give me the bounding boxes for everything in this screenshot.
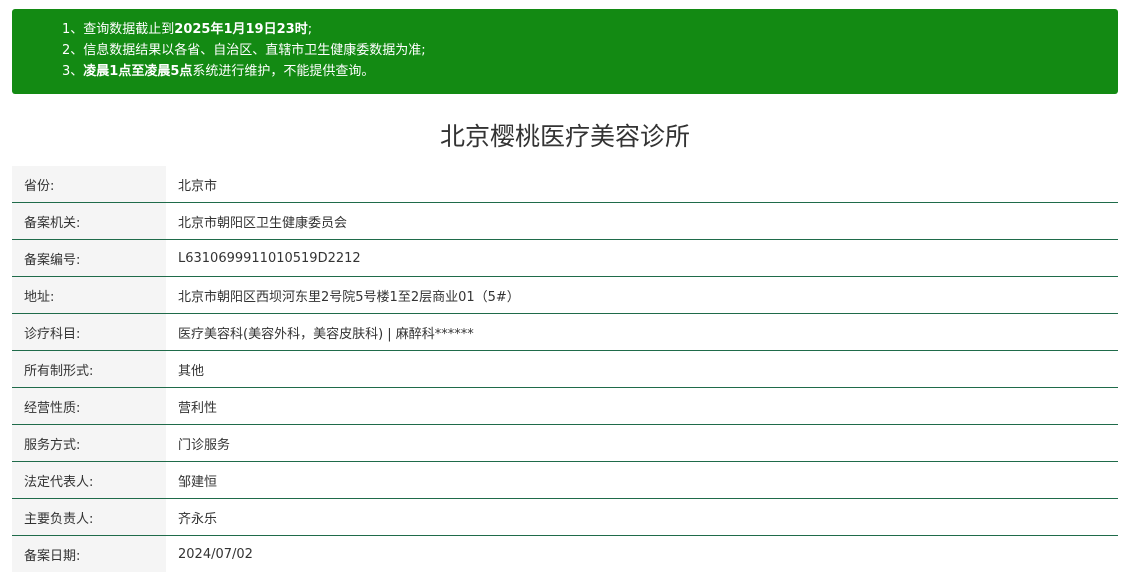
table-row: 省份: 北京市 (12, 166, 1118, 203)
table-row: 法定代表人: 邹建恒 (12, 461, 1118, 499)
table-row: 地址: 北京市朝阳区西坝河东里2号院5号楼1至2层商业01（5#） (12, 276, 1118, 314)
table-row: 备案日期: 2024/07/02 (12, 535, 1118, 572)
row-value: 2024/07/02 (178, 546, 253, 562)
row-value: 北京市朝阳区西坝河东里2号院5号楼1至2层商业01（5#） (166, 276, 1118, 314)
row-label: 备案编号: (12, 239, 166, 277)
clinic-title: 北京樱桃医疗美容诊所 (439, 122, 690, 151)
row-value: 北京市朝阳区卫生健康委员会 (166, 202, 1118, 240)
notice-line-1: 1、查询数据截止到2025年1月19日23时; (62, 19, 1118, 40)
row-label: 服务方式: (12, 424, 166, 462)
notice-line-1-text: 1、查询数据截止到 (62, 22, 175, 37)
row-value: 门诊服务 (166, 424, 1118, 462)
notice-line-3-bold: 凌晨1点至凌晨5点 (83, 64, 193, 79)
notice-line-3-suffix: 系统进行维护，不能提供查询。 (192, 64, 375, 79)
row-value: 北京市 (166, 166, 1118, 203)
table-row: 诊疗科目: 医疗美容科(美容外科，美容皮肤科) | 麻醉科****** (12, 313, 1118, 351)
row-value: 医疗美容科(美容外科，美容皮肤科) | 麻醉科****** (166, 313, 1118, 351)
row-label: 地址: (12, 276, 166, 314)
row-label: 诊疗科目: (12, 313, 166, 351)
row-value: 营利性 (166, 387, 1118, 425)
table-row: 经营性质: 营利性 (12, 387, 1118, 425)
table-row: 主要负责人: 齐永乐 (12, 498, 1118, 536)
notice-line-2: 2、信息数据结果以各省、自治区、直辖市卫生健康委数据为准; (62, 40, 1118, 61)
notice-line-1-suffix: ; (307, 22, 313, 37)
row-value: 邹建恒 (166, 461, 1118, 499)
notice-line-3: 3、凌晨1点至凌晨5点系统进行维护，不能提供查询。 (62, 61, 1118, 82)
row-value: 其他 (166, 350, 1118, 388)
table-row: 所有制形式: 其他 (12, 350, 1118, 388)
row-label: 备案日期: (12, 535, 166, 572)
row-label: 法定代表人: (12, 461, 166, 499)
notice-banner: 1、查询数据截止到2025年1月19日23时; 2、信息数据结果以各省、自治区、… (12, 9, 1118, 94)
row-value: L6310699911010519D2212 (166, 239, 1118, 277)
clinic-info-table: 省份: 北京市 备案机关: 北京市朝阳区卫生健康委员会 备案编号: L63106… (12, 166, 1118, 572)
table-row: 备案编号: L6310699911010519D2212 (12, 239, 1118, 277)
row-label: 主要负责人: (12, 498, 166, 536)
row-label: 备案机关: (12, 202, 166, 240)
row-value: 齐永乐 (166, 498, 1118, 536)
table-row: 备案机关: 北京市朝阳区卫生健康委员会 (12, 202, 1118, 240)
notice-line-1-bold: 2025年1月19日23时 (174, 22, 308, 37)
page: 1、查询数据截止到2025年1月19日23时; 2、信息数据结果以各省、自治区、… (0, 0, 1134, 573)
notice-line-3-text: 3、 (62, 64, 84, 79)
notice-line-2-text: 2、信息数据结果以各省、自治区、直辖市卫生健康委数据为准; (62, 43, 426, 58)
row-label: 经营性质: (12, 387, 166, 425)
row-label: 所有制形式: (12, 350, 166, 388)
row-label: 省份: (12, 166, 166, 203)
table-row: 服务方式: 门诊服务 (12, 424, 1118, 462)
